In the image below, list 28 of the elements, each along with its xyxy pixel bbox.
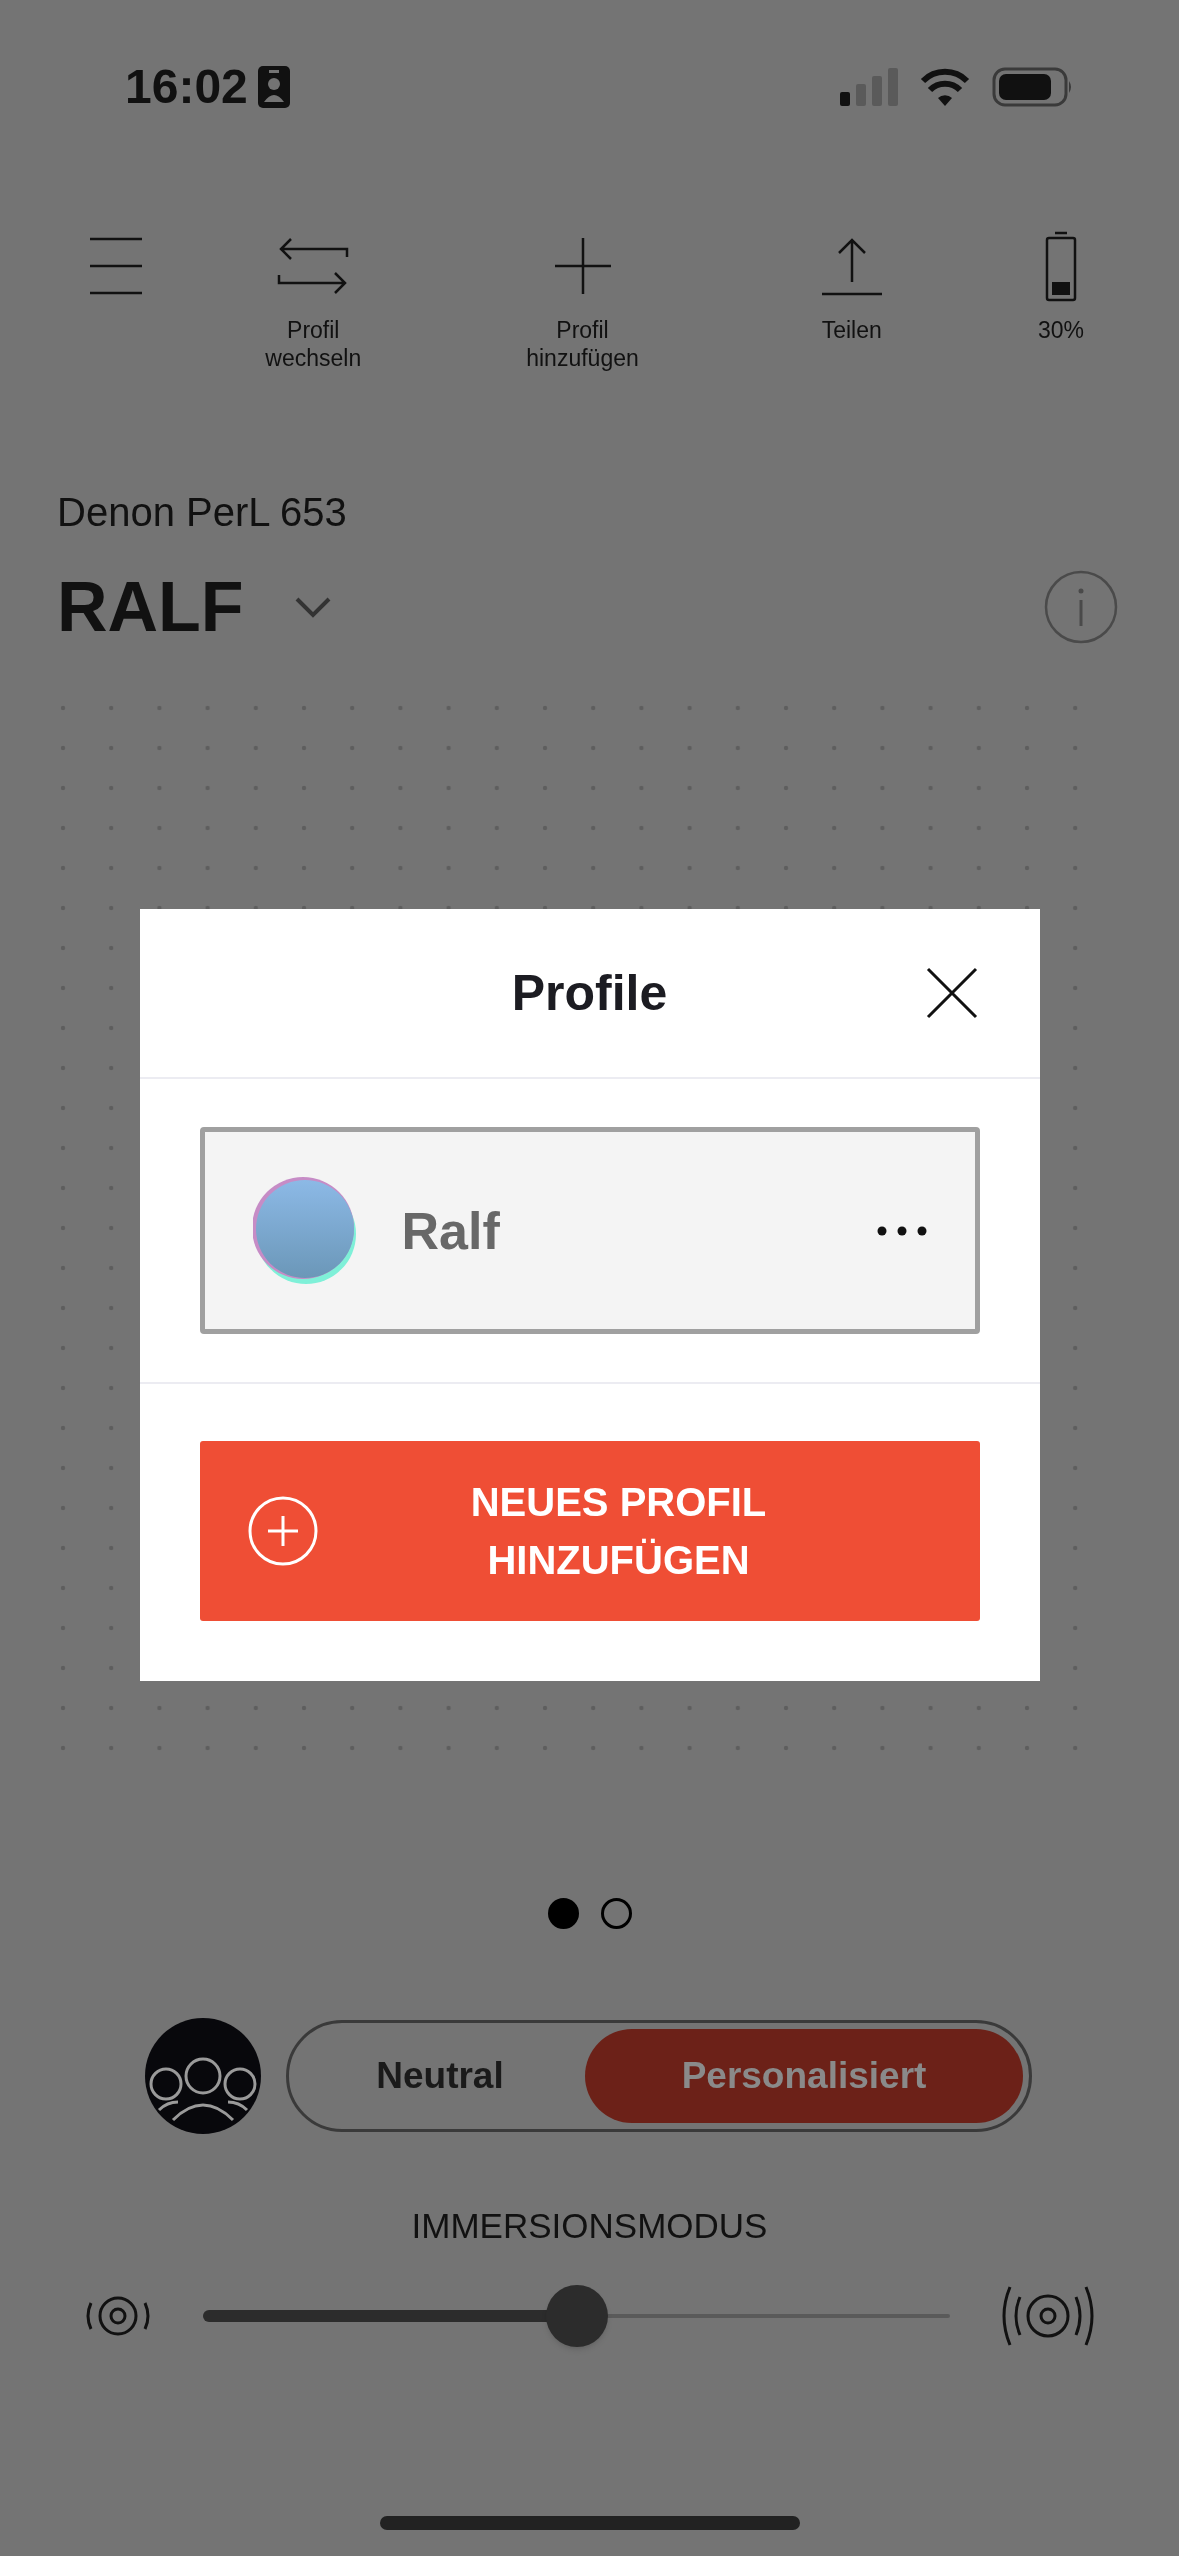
signal-icon [840,68,898,106]
status-time: 16:02 [125,63,248,111]
dialog-title: Profile [511,963,668,1023]
profile-item[interactable]: Ralf [199,1127,980,1334]
mode-option[interactable]: Personalisiert [585,2029,1023,2123]
low-surround-icon [85,2295,151,2337]
profile-selector[interactable]: RALF [57,572,332,642]
mode-option[interactable]: Neutral [295,2029,585,2123]
plus-icon [552,236,613,296]
battery-icon [1043,230,1079,302]
contact-card-icon [257,66,290,108]
menu-icon [88,235,144,297]
more-icon[interactable] [876,1225,927,1236]
close-button[interactable] [925,967,978,1019]
plus-circle-icon [247,1496,318,1566]
group-icon[interactable] [145,2018,261,2134]
wifi-icon [920,68,970,106]
toolbar-button[interactable]: 30% [1021,230,1101,344]
device-model: Denon PerL 653 [57,492,348,532]
toolbar-button[interactable]: Profil hinzufügen [482,230,683,372]
add-profile-button[interactable]: NEUES PROFIL HINZUFÜGEN [199,1441,980,1621]
share-icon [820,236,883,296]
immersion-label: IMMERSIONSMODUS [410,2208,769,2243]
immersion-slider[interactable] [203,2285,950,2347]
chevron-down-icon [293,596,332,618]
toolbar-button[interactable]: Teilen [751,230,952,344]
toolbar-button[interactable]: Profil wechseln [213,230,414,372]
battery-status-icon [992,67,1074,107]
